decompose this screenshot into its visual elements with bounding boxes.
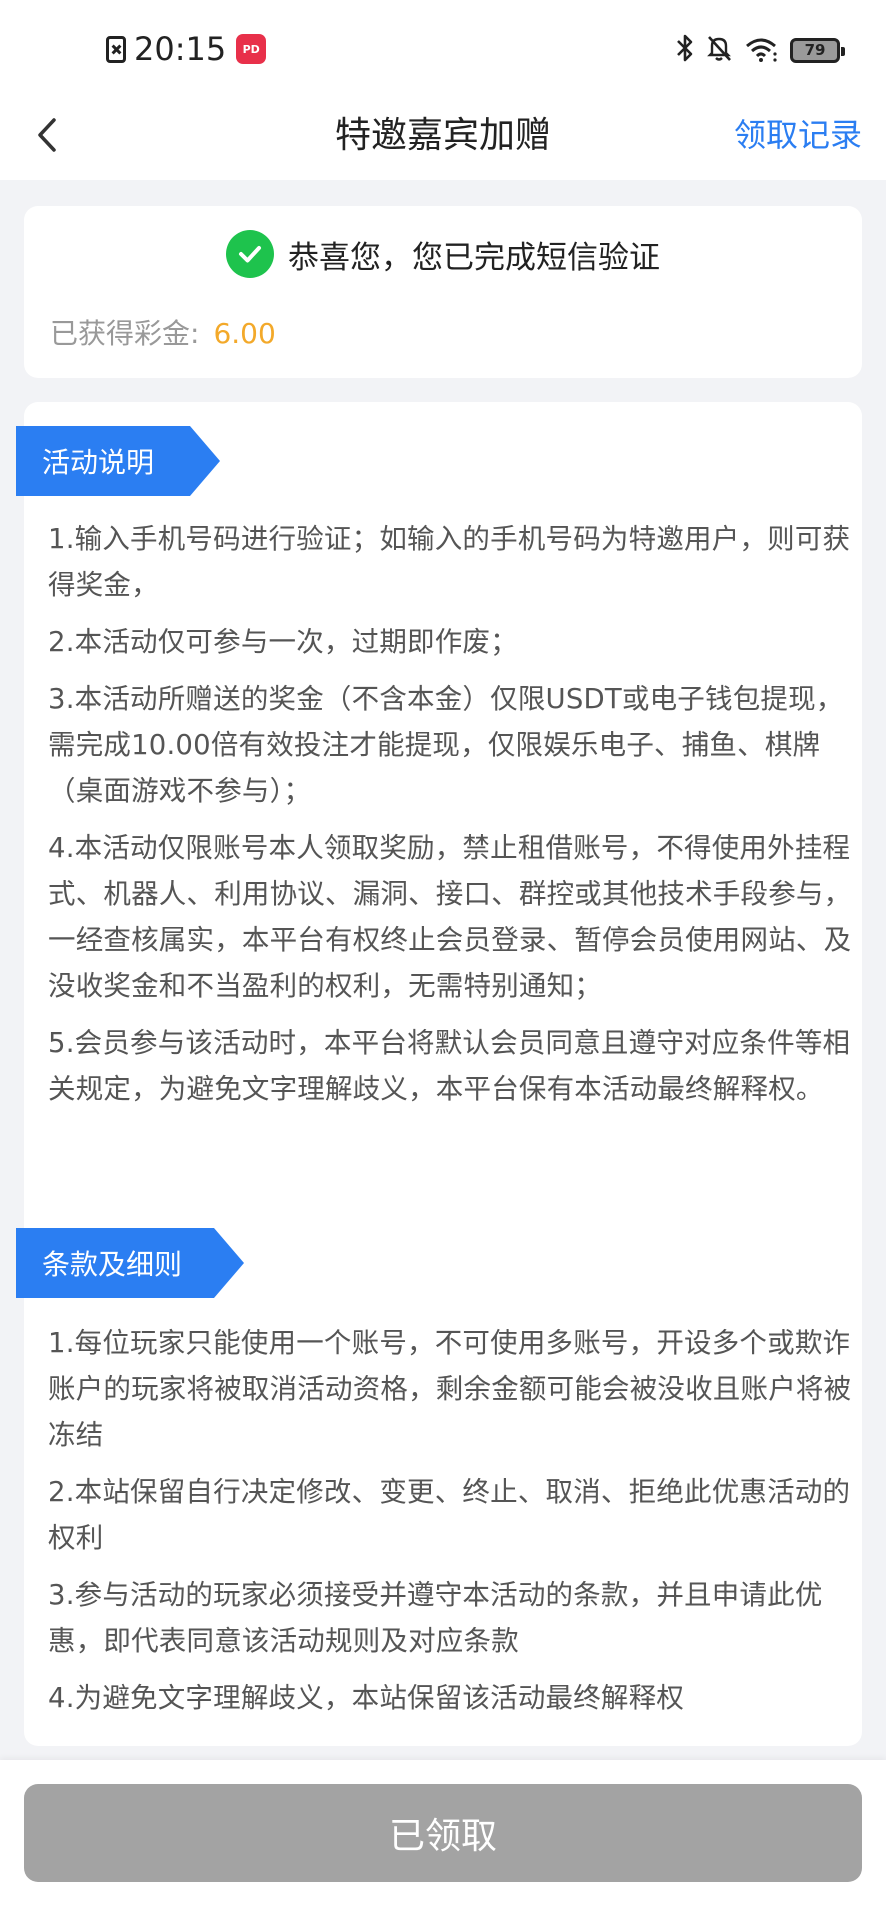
list-item: 1.输入手机号码进行验证；如输入的手机号码为特邀用户，则可获得奖金， bbox=[48, 523, 851, 601]
footer-bar: 已领取 bbox=[0, 1760, 886, 1920]
bluetooth-icon bbox=[676, 34, 694, 67]
bonus-row: 已获得彩金: 6.00 bbox=[50, 312, 276, 352]
success-message: 恭喜您，您已完成短信验证 bbox=[288, 239, 660, 276]
mute-bell-icon bbox=[706, 34, 732, 67]
terms-list: 1.每位玩家只能使用一个账号，不可使用多账号，开设多个或欺诈账户的玩家将被取消活… bbox=[48, 1320, 860, 1732]
status-time: 20:15 bbox=[134, 30, 227, 68]
list-item: 3.本活动所赠送的奖金（不含本金）仅限USDT或电子钱包提现，需完成10.00倍… bbox=[48, 683, 844, 807]
battery-icon: 79 bbox=[790, 37, 845, 63]
nav-bar: 特邀嘉宾加赠 领取记录 bbox=[0, 92, 886, 180]
rules-card: 活动说明 1.输入手机号码进行验证；如输入的手机号码为特邀用户，则可获得奖金， … bbox=[24, 402, 862, 1746]
success-message-row: 恭喜您，您已完成短信验证 bbox=[24, 230, 862, 278]
check-circle-icon bbox=[226, 230, 274, 278]
status-bar-left: 20:15 PD bbox=[106, 28, 267, 70]
section-tag-activity: 活动说明 bbox=[16, 426, 220, 496]
list-item: 4.为避免文字理解歧义，本站保留该活动最终解释权 bbox=[48, 1682, 685, 1714]
status-bar: 20:15 PD 79 bbox=[0, 0, 886, 92]
claim-history-link[interactable]: 领取记录 bbox=[734, 110, 862, 156]
file-blocked-icon bbox=[106, 35, 126, 63]
wifi-icon bbox=[744, 37, 778, 63]
list-item: 2.本站保留自行决定修改、变更、终止、取消、拒绝此优惠活动的权利 bbox=[48, 1476, 851, 1554]
activity-rules-list: 1.输入手机号码进行验证；如输入的手机号码为特邀用户，则可获得奖金， 2.本活动… bbox=[48, 516, 860, 1123]
list-item: 2.本活动仅可参与一次，过期即作废； bbox=[48, 626, 518, 658]
status-bar-right: 79 bbox=[676, 30, 845, 70]
app-notification-icon: PD bbox=[236, 34, 267, 64]
bonus-value: 6.00 bbox=[213, 317, 276, 350]
section-tag-terms: 条款及细则 bbox=[16, 1228, 244, 1298]
claimed-button[interactable]: 已领取 bbox=[24, 1784, 862, 1882]
list-item: 4.本活动仅限账号本人领取奖励，禁止租借账号，不得使用外挂程式、机器人、利用协议… bbox=[48, 832, 852, 1002]
list-item: 5.会员参与该活动时，本平台将默认会员同意且遵守对应条件等相关规定，为避免文字理… bbox=[48, 1027, 851, 1105]
list-item: 1.每位玩家只能使用一个账号，不可使用多账号，开设多个或欺诈账户的玩家将被取消活… bbox=[48, 1327, 852, 1451]
list-item: 3.参与活动的玩家必须接受并遵守本活动的条款，并且申请此优惠，即代表同意该活动规… bbox=[48, 1579, 823, 1657]
bonus-label: 已获得彩金: bbox=[50, 317, 200, 350]
verification-success-card: 恭喜您，您已完成短信验证 已获得彩金: 6.00 bbox=[24, 206, 862, 378]
